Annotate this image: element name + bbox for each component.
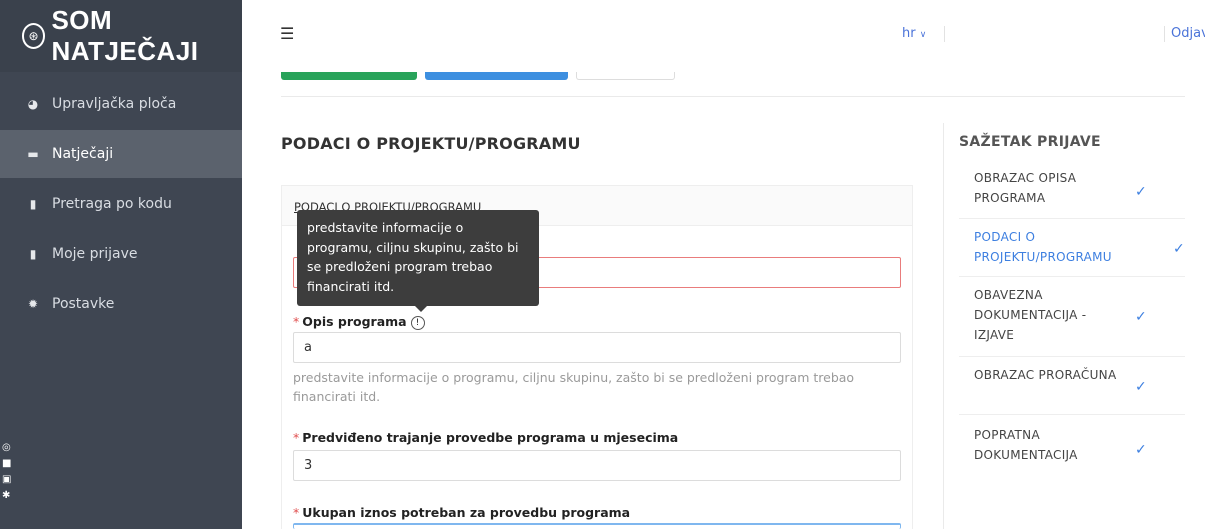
sidebar-item-dashboard[interactable]: ◕ Upravljačka ploča	[0, 80, 242, 128]
sidebar-item-label: Natječaji	[52, 146, 114, 162]
action-button-blue[interactable]	[425, 72, 568, 80]
logout-link[interactable]: Odjava	[1171, 26, 1205, 41]
chevron-down-icon: ∨	[919, 30, 927, 40]
summary-title: SAŽETAK PRIJAVE	[959, 134, 1101, 150]
sidebar: ⊛ SOM NATJEČAJI ◕ Upravljačka ploča ▬ Na…	[0, 0, 242, 529]
language-select[interactable]: hr ∨	[902, 26, 926, 41]
video-icon[interactable]: ■	[2, 456, 16, 472]
duration-months-input[interactable]: 3	[293, 450, 901, 481]
divider	[944, 26, 945, 42]
info-icon[interactable]: !	[410, 316, 425, 330]
app-logo[interactable]: ⊛ SOM NATJEČAJI	[0, 0, 242, 72]
file-icon: ▮	[29, 197, 37, 211]
sidebar-item-label: Moje prijave	[52, 246, 138, 262]
sidebar-item-settings[interactable]: ✹ Postavke	[0, 280, 242, 328]
check-icon: ✓	[1134, 379, 1147, 395]
logo-text: SOM NATJEČAJI	[51, 5, 199, 66]
summary-item[interactable]: POPRATNA DOKUMENTACIJA ✓	[959, 415, 1185, 473]
summary-item[interactable]: OBAVEZNA DOKUMENTACIJA - IZJAVE ✓	[959, 277, 1185, 357]
pie-chart-icon: ◕	[27, 97, 39, 111]
check-icon: ✓	[1134, 184, 1147, 200]
sidebar-item-label: Postavke	[52, 296, 115, 312]
check-icon: ✓	[1134, 442, 1147, 458]
image-icon[interactable]: ▣	[2, 472, 16, 488]
settings-icon[interactable]: ✱	[2, 488, 16, 504]
required-marker: *	[293, 314, 300, 329]
summary-item[interactable]: OBRAZAC PRORAČUNA ✓	[959, 357, 1185, 415]
divider	[943, 123, 944, 529]
sidebar-item-code-search[interactable]: ▮ Pretraga po kodu	[0, 180, 242, 228]
summary-item[interactable]: OBRAZAC OPISA PROGRAMA ✓	[959, 162, 1185, 219]
action-button-default[interactable]	[576, 72, 675, 80]
topbar: ☰ hr ∨ Odjava	[242, 0, 1205, 72]
gear-icon: ✹	[27, 297, 39, 311]
menu-toggle-icon[interactable]: ☰	[280, 24, 294, 43]
field-label: * Predviđeno trajanje provedbe programa u…	[293, 430, 679, 445]
sidebar-item-label: Upravljačka ploča	[52, 96, 177, 112]
total-amount-input[interactable]	[293, 523, 901, 529]
sidebar-item-label: Pretraga po kodu	[52, 196, 172, 212]
check-icon: ✓	[1134, 309, 1147, 325]
side-toolbar: ◎ ■ ▣ ✱	[2, 440, 16, 504]
required-marker: *	[293, 505, 300, 520]
folder-open-icon: ▬	[27, 147, 39, 161]
divider	[1164, 26, 1165, 42]
action-button-green[interactable]	[281, 72, 417, 80]
page-title: PODACI O PROJEKTU/PROGRAMU	[281, 134, 581, 153]
logo-icon: ⊛	[22, 23, 46, 49]
required-marker: *	[293, 430, 300, 445]
document-icon: ▮	[29, 247, 37, 261]
tooltip-arrow	[415, 306, 427, 312]
sidebar-item-tenders[interactable]: ▬ Natječaji	[0, 130, 242, 178]
divider	[281, 96, 1185, 97]
info-tooltip: predstavite informacije o programu, cilj…	[297, 210, 539, 306]
camera-icon[interactable]: ◎	[2, 440, 16, 456]
field-label: * Ukupan iznos potreban za provedbu progr…	[293, 505, 631, 520]
program-description-input[interactable]: a	[293, 332, 901, 363]
field-hint: predstavite informacije o programu, cilj…	[293, 370, 855, 404]
sidebar-item-my-applications[interactable]: ▮ Moje prijave	[0, 230, 242, 278]
summary-item-active[interactable]: PODACI O PROJEKTU/PROGRAMU ✓	[959, 219, 1185, 277]
sidebar-menu: ◕ Upravljačka ploča ▬ Natječaji ▮ Pretra…	[0, 80, 242, 328]
field-label: * Opis programa!	[293, 314, 425, 330]
check-icon: ✓	[1172, 241, 1185, 257]
